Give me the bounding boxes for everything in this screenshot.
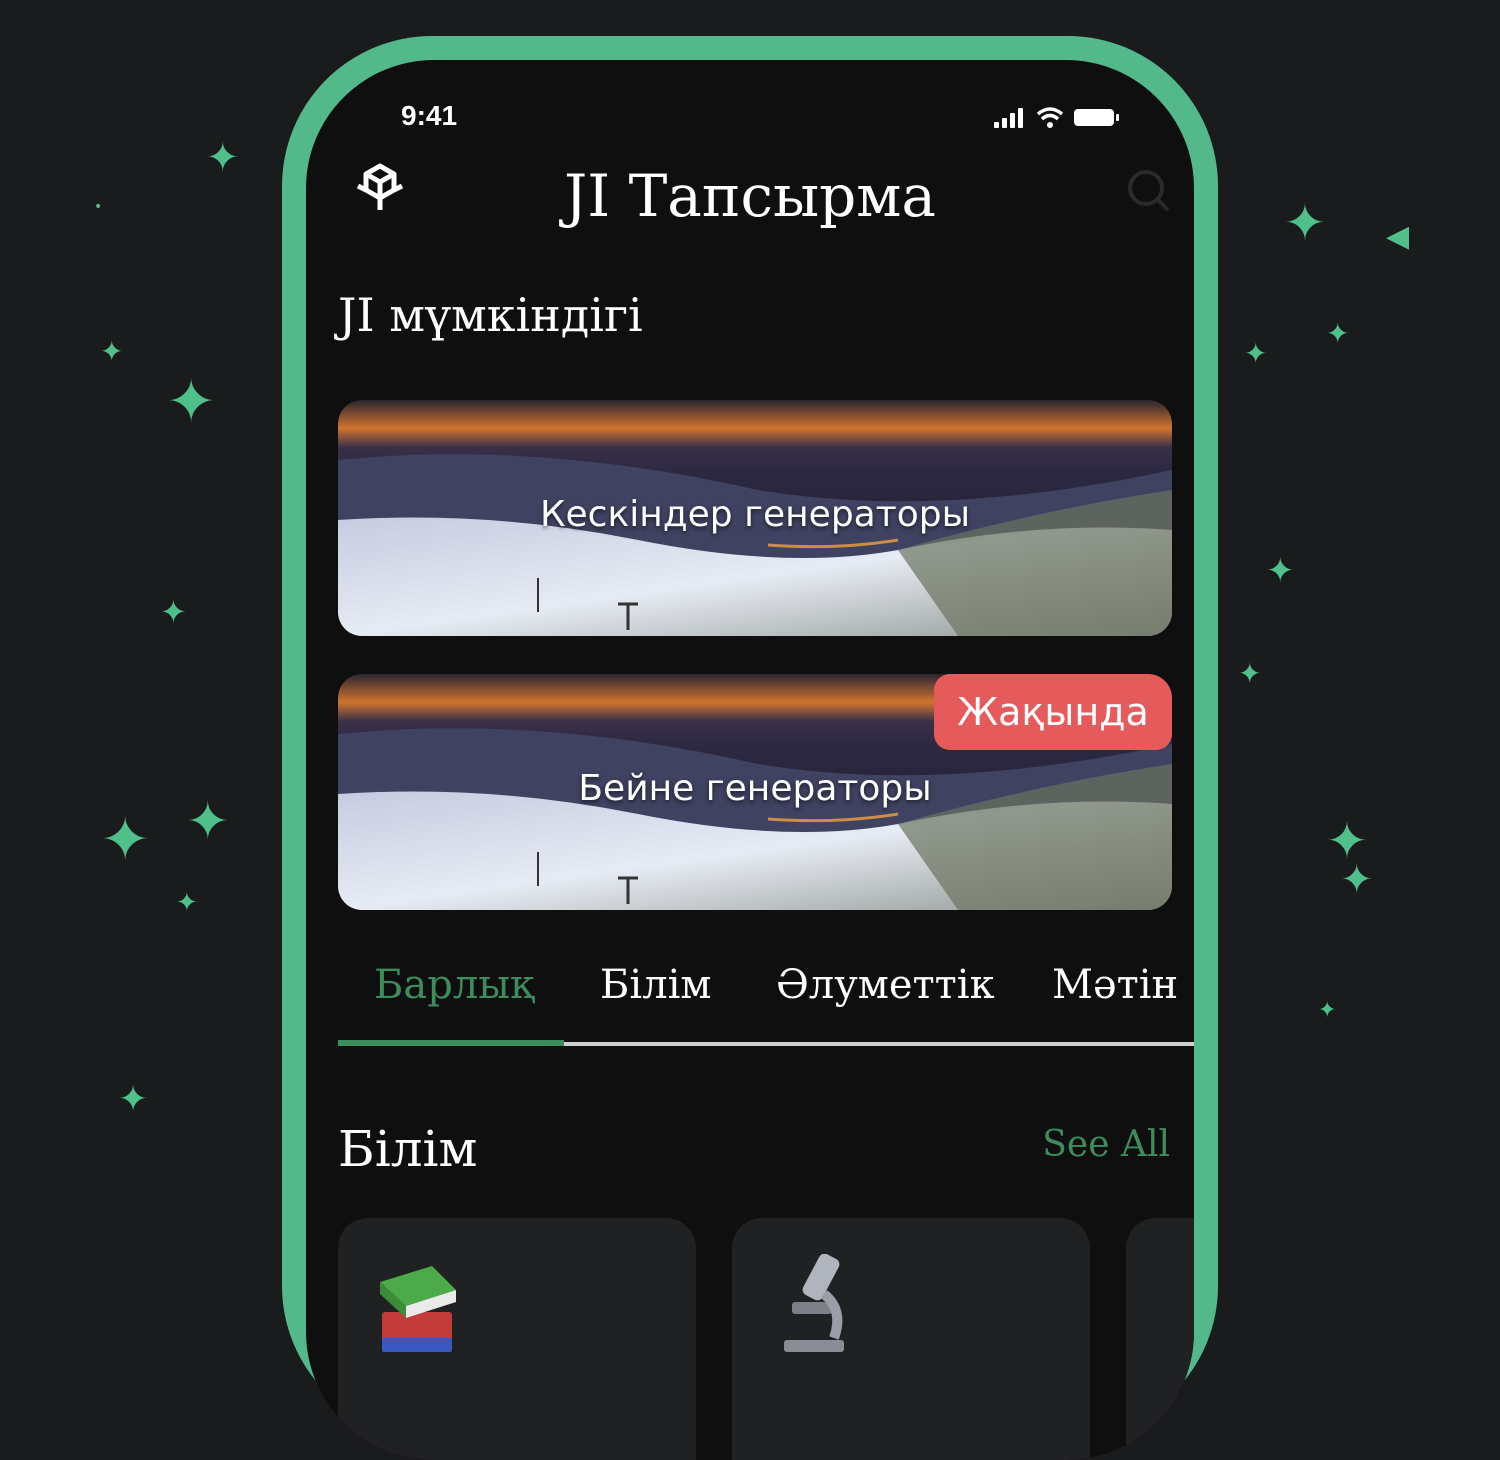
- books-icon: [380, 1266, 456, 1352]
- search-icon: [1128, 170, 1170, 212]
- coming-soon-badge: Жақында: [934, 674, 1172, 750]
- microscope-icon: [784, 1254, 844, 1352]
- category-tabs: Барлық Білім Әлуметтік Мәтін: [338, 940, 1194, 1046]
- category-title: Білім: [338, 1120, 478, 1178]
- sparkle-icon: ✦: [1244, 337, 1268, 370]
- tab-text[interactable]: Мәтін: [1052, 962, 1178, 1008]
- section-title: JI мүмкіндігі: [338, 288, 643, 342]
- sparkle-icon: ✦: [160, 593, 187, 631]
- sparkle-icon: ✦: [1266, 551, 1295, 591]
- app-title: JI Тапсырма: [564, 162, 936, 230]
- tab-all[interactable]: Барлық: [374, 962, 534, 1008]
- sparkle-icon: ✦: [118, 1079, 149, 1120]
- sparkle-icon: ✦: [1238, 657, 1262, 690]
- sparkle-icon: ✦: [186, 792, 230, 852]
- sparkle-icon: •: [94, 199, 103, 215]
- image-generator-banner[interactable]: Кескіндер генераторы: [338, 400, 1172, 636]
- video-generator-banner[interactable]: Бейне генераторы Жақында: [338, 674, 1172, 910]
- sparkle-icon: ◀: [1386, 219, 1410, 254]
- category-card[interactable]: [1126, 1218, 1194, 1460]
- banner-label: Кескіндер генераторы: [539, 494, 971, 535]
- sparkle-icon: ✦: [100, 335, 124, 368]
- sparkle-icon: ✦: [206, 135, 240, 181]
- tab-education[interactable]: Білім: [600, 962, 712, 1008]
- banner-label: Бейне генераторы: [578, 768, 932, 809]
- sparkle-icon: ✦: [1318, 998, 1337, 1023]
- status-icons: [994, 104, 1124, 132]
- signal-icon: [994, 107, 1119, 128]
- sparkle-icon: ✦: [176, 888, 198, 918]
- tab-social[interactable]: Әлуметтік: [776, 962, 995, 1008]
- phone-screen: 9:41 JI Тапсырма JI мүмкіндігі Кескіндер…: [306, 60, 1194, 1460]
- sparkle-icon: ✦: [1340, 857, 1374, 903]
- sparkle-icon: ✦: [1326, 317, 1350, 350]
- category-card[interactable]: [732, 1218, 1090, 1460]
- see-all-link[interactable]: See All: [1042, 1124, 1170, 1165]
- sparkle-icon: ✦: [1284, 194, 1326, 252]
- status-time: 9:41: [401, 100, 458, 131]
- tab-active-indicator: [338, 1040, 564, 1046]
- search-button[interactable]: [1126, 168, 1170, 212]
- sparkle-icon: ✦: [166, 367, 217, 437]
- category-card[interactable]: [338, 1218, 696, 1460]
- sparkle-icon: ✦: [100, 805, 151, 875]
